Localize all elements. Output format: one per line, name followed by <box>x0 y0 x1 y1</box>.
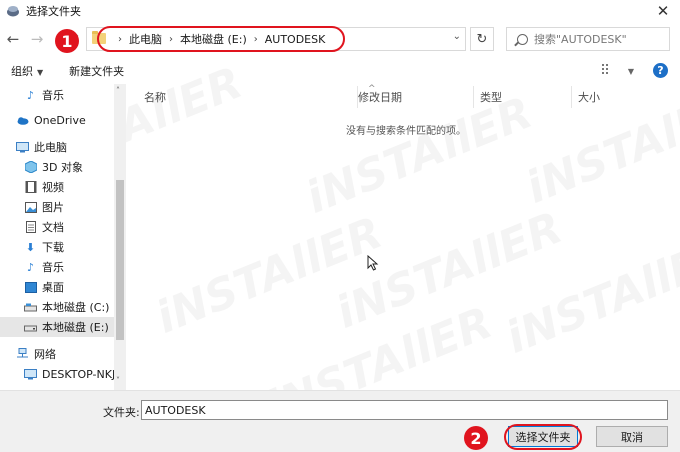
sidebar-item-label: 3D 对象 <box>42 161 83 174</box>
sidebar-item-network[interactable]: 网络 <box>0 344 114 364</box>
scroll-down-icon[interactable]: ˅ <box>116 376 120 385</box>
sidebar-item-downloads[interactable]: ⬇ 下载 <box>0 237 114 257</box>
column-type[interactable]: 类型 <box>474 86 572 108</box>
sidebar-item-label: 文档 <box>42 221 64 234</box>
forward-button[interactable]: → <box>28 30 46 48</box>
refresh-button[interactable]: ↻ <box>470 27 494 51</box>
folder-name-input[interactable]: AUTODESK <box>141 400 668 420</box>
computer-icon <box>16 141 29 153</box>
watermark: iNSTAllER <box>499 227 680 364</box>
sidebar-item-label: DESKTOP-NKJI <box>42 367 114 381</box>
chevron-down-icon: ▼ <box>37 68 44 77</box>
sidebar-item-drive-c[interactable]: 本地磁盘 (C:) <box>0 297 114 317</box>
view-options-button[interactable]: ▼ <box>602 64 634 77</box>
scroll-up-icon[interactable]: ˄ <box>116 86 120 95</box>
sidebar-item-label: OneDrive <box>34 113 86 127</box>
back-button[interactable]: ← <box>4 30 22 48</box>
address-dropdown-icon[interactable]: ⌄ <box>453 31 461 42</box>
navigation-scrollbar[interactable]: ˄ ˅ <box>114 84 126 390</box>
computer-icon <box>24 368 37 380</box>
new-folder-button[interactable]: 新建文件夹 <box>69 63 124 79</box>
cancel-button[interactable]: 取消 <box>596 426 668 447</box>
title-bar: 选择文件夹 ✕ <box>0 0 680 22</box>
column-size[interactable]: 大小 <box>572 86 680 108</box>
sidebar-item-label: 本地磁盘 (E:) <box>42 321 109 334</box>
close-button[interactable]: ✕ <box>652 2 674 20</box>
sidebar-item-music[interactable]: ♪ 音乐 <box>0 257 114 277</box>
search-icon <box>517 33 528 45</box>
step-badge-2: 2 <box>464 426 488 450</box>
column-date-modified[interactable]: 修改日期 <box>352 86 474 108</box>
sidebar-item-onedrive[interactable]: OneDrive <box>0 110 114 130</box>
help-button[interactable]: ? <box>653 63 668 78</box>
chevron-down-icon: ▼ <box>627 67 634 76</box>
toolbar: 组织 ▼ 新建文件夹 ▼ ? <box>0 58 680 84</box>
sidebar-item-3d-objects[interactable]: 3D 对象 <box>0 157 114 177</box>
organize-label: 组织 <box>11 65 33 78</box>
drive-icon <box>24 321 37 333</box>
sidebar-item-label: 网络 <box>34 348 56 361</box>
sidebar-item-label: 此电脑 <box>34 141 67 154</box>
app-icon <box>7 6 19 17</box>
scrollbar-thumb[interactable] <box>116 180 124 340</box>
sidebar-item-label: 音乐 <box>42 89 64 102</box>
video-icon <box>24 181 37 193</box>
music-icon: ♪ <box>26 260 35 274</box>
drive-icon <box>24 301 37 313</box>
search-placeholder: 搜索"AUTODESK" <box>534 33 627 46</box>
view-list-icon <box>602 64 609 74</box>
download-icon: ⬇ <box>25 240 36 254</box>
select-folder-dialog: iNSTAllER iNSTAllER iNSTAllER iNSTAllER … <box>0 0 680 452</box>
address-highlight <box>97 26 345 52</box>
cube-icon <box>24 161 37 173</box>
watermark: iNSTAllER <box>149 207 389 344</box>
empty-message: 没有与搜索条件匹配的项。 <box>346 126 466 137</box>
cloud-icon <box>16 114 29 126</box>
folder-label: 文件夹: <box>103 406 140 419</box>
column-header: ^ 名称 修改日期 类型 大小 <box>126 84 680 108</box>
folder-name-value: AUTODESK <box>145 403 206 417</box>
desktop-icon <box>24 281 37 293</box>
sidebar-item-documents[interactable]: 文档 <box>0 217 114 237</box>
picture-icon <box>24 201 37 213</box>
sidebar-item-drive-e[interactable]: 本地磁盘 (E:) <box>0 317 114 337</box>
step-badge-1: 1 <box>55 29 79 53</box>
search-input[interactable]: 搜索"AUTODESK" <box>506 27 670 51</box>
sidebar-item-videos[interactable]: 视频 <box>0 177 114 197</box>
network-icon <box>16 348 29 360</box>
sidebar-item-this-pc[interactable]: 此电脑 <box>0 137 114 157</box>
sidebar-item-label: 视频 <box>42 181 64 194</box>
sidebar-item-pictures[interactable]: 图片 <box>0 197 114 217</box>
music-icon: ♪ <box>26 88 35 102</box>
sidebar-item-label: 本地磁盘 (C:) <box>42 301 110 314</box>
sidebar-item-music-top[interactable]: ♪ 音乐 <box>0 85 114 105</box>
sidebar-item-label: 图片 <box>42 201 64 214</box>
sidebar-item-desktop-nkji[interactable]: DESKTOP-NKJI <box>0 364 114 384</box>
sidebar-item-desktop[interactable]: 桌面 <box>0 277 114 297</box>
sidebar-item-label: 音乐 <box>42 261 64 274</box>
window-title: 选择文件夹 <box>26 5 81 18</box>
organize-menu[interactable]: 组织 ▼ <box>11 63 43 79</box>
sidebar-item-label: 下载 <box>42 241 64 254</box>
mouse-cursor-icon <box>367 255 379 271</box>
document-icon <box>24 221 37 233</box>
watermark: iNSTAllER <box>329 202 569 339</box>
sidebar-item-label: 桌面 <box>42 281 64 294</box>
column-name[interactable]: 名称 <box>138 86 358 108</box>
navigation-pane: ♪ 音乐 OneDrive 此电脑 3D 对象 视频 图片 文档 ⬇ 下载 ♪ … <box>0 84 126 390</box>
select-button-highlight <box>504 424 582 450</box>
